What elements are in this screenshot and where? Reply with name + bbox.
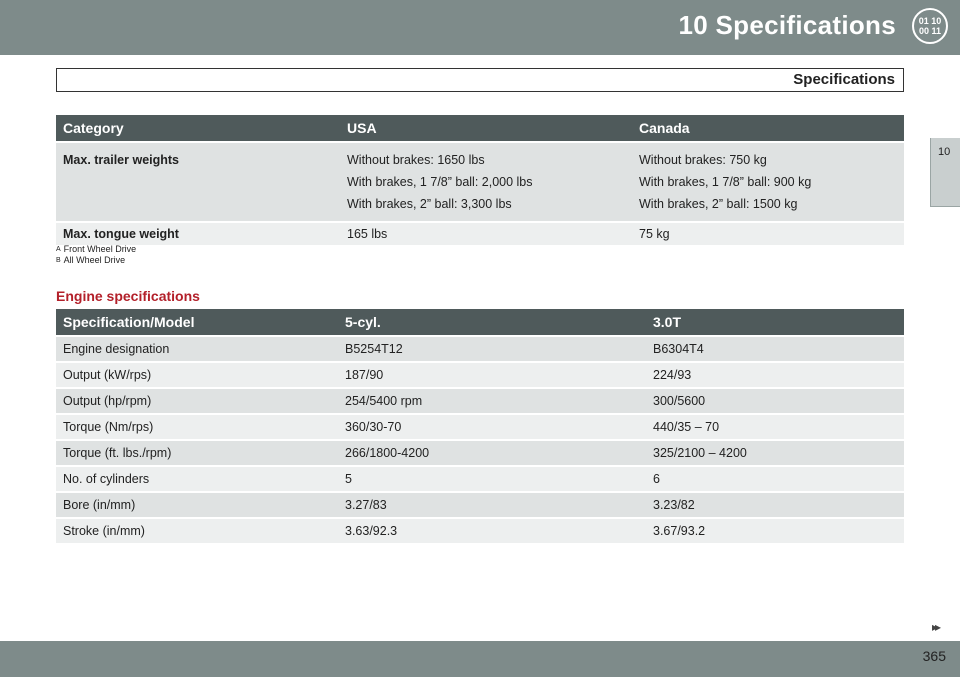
spec-value: 440/35 – 70 [646, 415, 904, 439]
table-row: Bore (in/mm) 3.27/83 3.23/82 [56, 493, 904, 517]
table-row: Output (kW/rps) 187/90 224/93 [56, 363, 904, 387]
next-page-arrows-icon[interactable]: ▸▸ [932, 620, 941, 634]
table-row: Output (hp/rpm) 254/5400 rpm 300/5600 [56, 389, 904, 413]
engine-specifications-heading: Engine specifications [56, 288, 200, 304]
table-row: Max. tongue weight 165 lbs 75 kg [56, 223, 904, 245]
page-header: 10 Specifications 01 10 00 11 [0, 0, 960, 55]
cell-line: Without brakes: 750 kg [639, 153, 767, 167]
spec-name: Torque (ft. lbs./rpm) [56, 441, 338, 465]
column-header: 5-cyl. [338, 309, 646, 335]
trailer-weights-table: Category USA Canada Max. trailer weights… [56, 113, 904, 247]
spec-value: B6304T4 [646, 337, 904, 361]
table-row: Torque (ft. lbs./rpm) 266/1800-4200 325/… [56, 441, 904, 465]
spec-value: 325/2100 – 4200 [646, 441, 904, 465]
column-header: Canada [632, 115, 904, 141]
column-header: Specification/Model [56, 309, 338, 335]
page-footer [0, 641, 960, 677]
spec-name: Torque (Nm/rps) [56, 415, 338, 439]
icon-text-bottom: 00 11 [918, 26, 942, 36]
spec-name: No. of cylinders [56, 467, 338, 491]
spec-value: 266/1800-4200 [338, 441, 646, 465]
cell-line: With brakes, 1 7/8” ball: 900 kg [639, 175, 812, 189]
specifications-chapter-icon: 01 10 00 11 [912, 8, 948, 44]
cell-line: With brakes, 1 7/8” ball: 2,000 lbs [347, 175, 533, 189]
footnote: A Front Wheel Drive [56, 244, 137, 254]
spec-name: Engine designation [56, 337, 338, 361]
table-row: Max. trailer weights Without brakes: 165… [56, 143, 904, 221]
cell-line: With brakes, 2” ball: 3,300 lbs [347, 197, 512, 211]
spec-value: 3.23/82 [646, 493, 904, 517]
column-header: Category [56, 115, 340, 141]
cell-line: Without brakes: 1650 lbs [347, 153, 485, 167]
section-title-box: Specifications [56, 68, 904, 92]
table-row: Stroke (in/mm) 3.63/92.3 3.67/93.2 [56, 519, 904, 543]
spec-value: 3.63/92.3 [338, 519, 646, 543]
spec-value: 254/5400 rpm [338, 389, 646, 413]
footnote: B All Wheel Drive [56, 255, 126, 265]
spec-name: Bore (in/mm) [56, 493, 338, 517]
table-row: Engine designation B5254T12 B6304T4 [56, 337, 904, 361]
canada-cell: Without brakes: 750 kg With brakes, 1 7/… [632, 143, 904, 221]
spec-value: 6 [646, 467, 904, 491]
usa-cell: 165 lbs [340, 223, 632, 245]
spec-value: 3.27/83 [338, 493, 646, 517]
cell-line: With brakes, 2” ball: 1500 kg [639, 197, 798, 211]
table-row: Torque (Nm/rps) 360/30-70 440/35 – 70 [56, 415, 904, 439]
icon-text-top: 01 10 [918, 16, 942, 26]
row-category: Max. trailer weights [56, 143, 340, 221]
chapter-tab-label: 10 [938, 146, 951, 158]
row-category: Max. tongue weight [56, 223, 340, 245]
spec-name: Output (hp/rpm) [56, 389, 338, 413]
column-header: USA [340, 115, 632, 141]
chapter-tab[interactable]: 10 [930, 138, 960, 207]
spec-name: Output (kW/rps) [56, 363, 338, 387]
spec-value: 3.67/93.2 [646, 519, 904, 543]
chapter-title: 10 Specifications [678, 10, 896, 40]
spec-value: 187/90 [338, 363, 646, 387]
footnotes: A Front Wheel Drive B All Wheel Drive [56, 244, 136, 266]
canada-cell: 75 kg [632, 223, 904, 245]
engine-specifications-table: Specification/Model 5-cyl. 3.0T Engine d… [56, 307, 904, 545]
table-header-row: Specification/Model 5-cyl. 3.0T [56, 309, 904, 335]
spec-value: B5254T12 [338, 337, 646, 361]
usa-cell: Without brakes: 1650 lbs With brakes, 1 … [340, 143, 632, 221]
spec-value: 5 [338, 467, 646, 491]
column-header: 3.0T [646, 309, 904, 335]
spec-value: 360/30-70 [338, 415, 646, 439]
spec-value: 224/93 [646, 363, 904, 387]
page-number: 365 [922, 648, 946, 664]
spec-value: 300/5600 [646, 389, 904, 413]
table-row: No. of cylinders 5 6 [56, 467, 904, 491]
table-header-row: Category USA Canada [56, 115, 904, 141]
section-title: Specifications [793, 71, 895, 88]
spec-name: Stroke (in/mm) [56, 519, 338, 543]
